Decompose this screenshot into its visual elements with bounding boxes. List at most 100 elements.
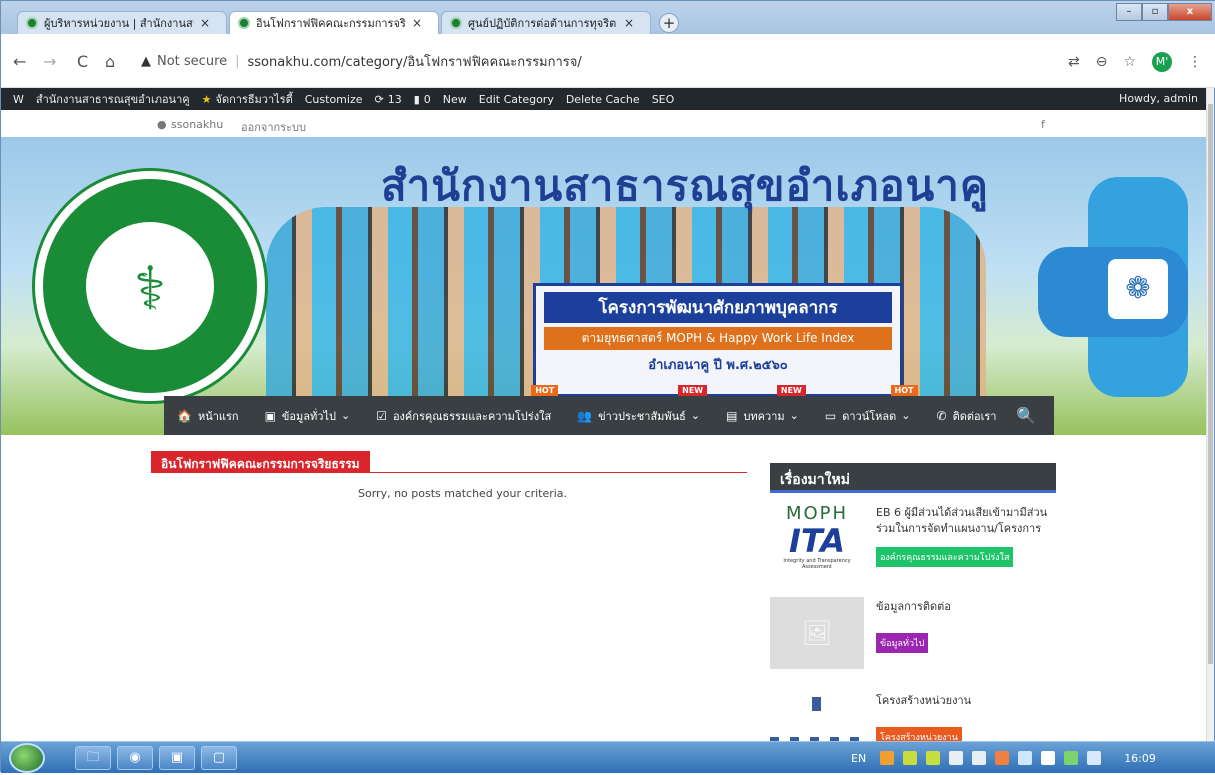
browser-tab[interactable]: ผู้บริหารหน่วยงาน | สำนักงานสาธาร × [17, 11, 227, 34]
nav-label: ข้อมูลทั่วไป [281, 409, 336, 423]
nav-item-integrity[interactable]: HOT ☑ องค์กรคุณธรรมและความโปร่งใส [363, 385, 564, 435]
maximize-button[interactable]: ▫ [1142, 3, 1168, 21]
clock[interactable]: 16:09 [1124, 752, 1156, 765]
bookmark-star-icon[interactable]: ☆ [1123, 54, 1136, 70]
not-secure-label: Not secure [157, 53, 228, 69]
facebook-icon[interactable]: f [1041, 118, 1045, 131]
post-tag[interactable]: องค์กรคุณธรรมและความโปร่งใส [876, 547, 1014, 567]
nav-item-articles[interactable]: NEW ▤ บทความ ⌄ [713, 385, 812, 435]
zoom-icon[interactable]: ⊖ [1096, 54, 1108, 70]
customize-link[interactable]: Customize [305, 93, 363, 106]
search-icon[interactable]: 🔍 [1016, 406, 1036, 425]
image-placeholder-icon[interactable]: 🖼 [770, 597, 864, 669]
banner-line-2: ตามยุทธศาสตร์ MOPH & Happy Work Life Ind… [544, 327, 892, 350]
menu-kebab-icon[interactable]: ⋮ [1188, 54, 1202, 70]
new-badge: NEW [678, 385, 708, 396]
close-tab-icon[interactable]: × [624, 16, 634, 30]
start-button[interactable] [9, 743, 45, 773]
chevron-down-icon: ⌄ [690, 409, 701, 422]
user-icon: ● [157, 118, 167, 131]
chevron-down-icon: ⌄ [901, 409, 911, 422]
back-icon[interactable]: ← [13, 52, 26, 71]
app-taskbar-button[interactable]: ▢ [201, 746, 237, 770]
scrollbar-thumb[interactable] [1208, 104, 1213, 664]
wordpress-logo-icon[interactable]: W [13, 93, 24, 106]
nav-label: บทความ [743, 409, 785, 423]
empty-message: Sorry, no posts matched your criteria. [358, 487, 568, 500]
moph-dots: MOPH [785, 503, 849, 524]
howdy-admin[interactable]: Howdy, admin [1119, 92, 1198, 105]
tab-strip: ผู้บริหารหน่วยงาน | สำนักงานสาธาร × อินโ… [1, 1, 1215, 34]
new-link[interactable]: New [443, 93, 467, 106]
close-tab-icon[interactable]: × [200, 16, 210, 30]
network-icon[interactable] [1064, 751, 1079, 765]
home-icon[interactable]: ⌂ [105, 52, 115, 71]
volume-icon[interactable] [1087, 751, 1102, 765]
language-indicator[interactable]: EN [851, 752, 866, 765]
toolbar-right: ⇄ ⊖ ☆ M' ⋮ [1068, 52, 1202, 72]
nav-item-download[interactable]: HOT ▭ ดาวน์โหลด ⌄ [812, 385, 924, 435]
reload-icon[interactable]: C [77, 52, 88, 71]
article-icon: ▤ [726, 408, 738, 423]
app-taskbar-button[interactable]: ▣ [159, 746, 195, 770]
translate-icon[interactable]: ⇄ [1068, 54, 1080, 70]
seo-link[interactable]: SEO [652, 93, 675, 106]
tray-app-icon[interactable] [995, 751, 1010, 765]
explorer-taskbar-button[interactable]: 🗀 [75, 746, 111, 770]
close-window-button[interactable]: x [1168, 3, 1212, 21]
site-header: ⚕ สำนักงานสาธารณสุขอำเภอนาคู โครงการพัฒน… [1, 137, 1208, 435]
page-scrollbar[interactable] [1206, 88, 1214, 741]
username-link[interactable]: ssonakhu [171, 118, 223, 131]
tray-app-icon[interactable] [903, 751, 918, 765]
tray-app-icon[interactable] [949, 751, 964, 765]
edit-category-link[interactable]: Edit Category [479, 93, 554, 106]
post-title[interactable]: EB 6 ผู้มีส่วนได้ส่วนเสียเข้ามามีส่วนร่ว… [876, 505, 1056, 537]
post-tag[interactable]: ข้อมูลทั่วไป [876, 633, 929, 653]
sidebar-heading: เรื่องมาใหม่ [770, 463, 1056, 493]
sidebar-post[interactable]: 🖼 ข้อมูลการติดต่อ ข้อมูลทั่วไป [770, 593, 1056, 681]
updates-count: 13 [387, 92, 402, 106]
nav-item-news[interactable]: NEW 👥 ข่าวประชาสัมพันธ์ ⌄ [564, 385, 713, 435]
minimize-button[interactable]: – [1116, 3, 1142, 21]
sidebar-post[interactable]: MOPH ITA Integrity and Transparency Asse… [770, 499, 1056, 587]
comments-icon[interactable]: ▮ [414, 93, 420, 106]
url-field[interactable]: ▲ Not secure | ssonakhu.com/category/อิน… [141, 48, 1021, 74]
nav-item-general-info[interactable]: ▣ ข้อมูลทั่วไป ⌄ [252, 396, 364, 435]
tab-title: ศูนย์ปฏิบัติการต่อต้านการทุจริต กระ [468, 17, 618, 30]
blue-cross-graphic: ❁ [1038, 177, 1188, 397]
tray-app-icon[interactable] [972, 751, 987, 765]
admin-site-name[interactable]: สำนักงานสาธารณสุขอำเภอนาคู [36, 90, 190, 108]
chevron-down-icon: ⌄ [789, 409, 799, 422]
checkbox-icon: ☑ [376, 408, 387, 423]
tab-title: อินโฟกราฟฟิคคณะกรรมการจริยธรรม [256, 17, 406, 30]
theme-manage-link[interactable]: จัดการธีมวาไรตี้ [216, 90, 293, 108]
system-tray: EN 16:09 [839, 742, 1215, 774]
windows-taskbar: 🗀 ◉ ▣ ▢ EN 16:09 [1, 741, 1215, 773]
chrome-taskbar-button[interactable]: ◉ [117, 746, 153, 770]
post-title[interactable]: โครงสร้างหน่วยงาน [876, 693, 1056, 709]
nav-item-contact[interactable]: ✆ ติดต่อเรา [924, 396, 1010, 435]
post-title[interactable]: ข้อมูลการติดต่อ [876, 599, 1056, 615]
browser-tab-active[interactable]: อินโฟกราฟฟิคคณะกรรมการจริยธรรม × [229, 11, 439, 34]
browser-tab[interactable]: ศูนย์ปฏิบัติการต่อต้านการทุจริต กระ × [441, 11, 651, 34]
ita-caption: Integrity and Transparency Assessment [783, 558, 851, 570]
ita-thumbnail[interactable]: MOPH ITA Integrity and Transparency Asse… [770, 503, 864, 575]
wp-admin-bar: W สำนักงานสาธารณสุขอำเภอนาคู ★ จัดการธีม… [1, 88, 1208, 110]
delete-cache-link[interactable]: Delete Cache [566, 93, 640, 106]
profile-avatar[interactable]: M' [1152, 52, 1172, 72]
ministry-logo[interactable]: ⚕ [35, 171, 265, 401]
chevron-down-icon: ⌄ [340, 409, 351, 422]
category-header: อินโฟกราฟฟิคคณะกรรมการจริยธรรม [151, 451, 747, 473]
close-tab-icon[interactable]: × [412, 16, 422, 30]
logout-link[interactable]: ออกจากระบบ [241, 118, 306, 136]
updates-icon[interactable]: ⟳ [375, 93, 384, 106]
banner-line-3: อำเภอนาคู ปี พ.ศ.๒๕๖๐ [648, 358, 788, 373]
new-tab-button[interactable]: + [659, 13, 679, 33]
tray-app-icon[interactable] [880, 751, 895, 765]
nav-item-home[interactable]: 🏠 หน้าแรก [164, 396, 252, 435]
forward-icon[interactable]: → [43, 52, 56, 71]
signal-icon[interactable] [1041, 751, 1056, 765]
tray-app-icon[interactable] [926, 751, 941, 765]
main-nav: 🏠 หน้าแรก ▣ ข้อมูลทั่วไป ⌄ HOT ☑ องค์กรค… [164, 385, 1054, 435]
tray-app-icon[interactable] [1018, 751, 1033, 765]
